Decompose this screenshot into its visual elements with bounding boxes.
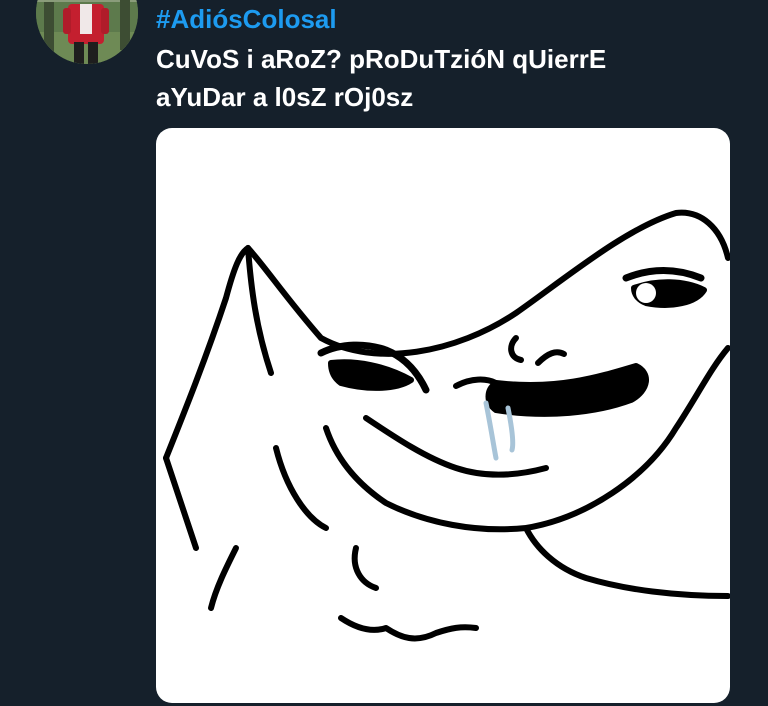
avatar-photo bbox=[36, 0, 138, 64]
wojak-meme-drawing bbox=[163, 209, 730, 642]
tweet-text-line: CuVoS i aRoZ? pRoDuTzióN qUierrE bbox=[156, 44, 607, 74]
avatar[interactable] bbox=[36, 0, 138, 64]
tweet: #AdiósColosal CuVoS i aRoZ? pRoDuTzióN q… bbox=[0, 0, 768, 706]
tweet-media-image[interactable] bbox=[156, 128, 730, 703]
hashtag-link[interactable]: #AdiósColosal bbox=[156, 4, 337, 34]
tweet-text: CuVoS i aRoZ? pRoDuTzióN qUierrE aYuDar … bbox=[156, 40, 716, 116]
tweet-text-line: aYuDar a l0sZ rOj0sz bbox=[156, 82, 414, 112]
